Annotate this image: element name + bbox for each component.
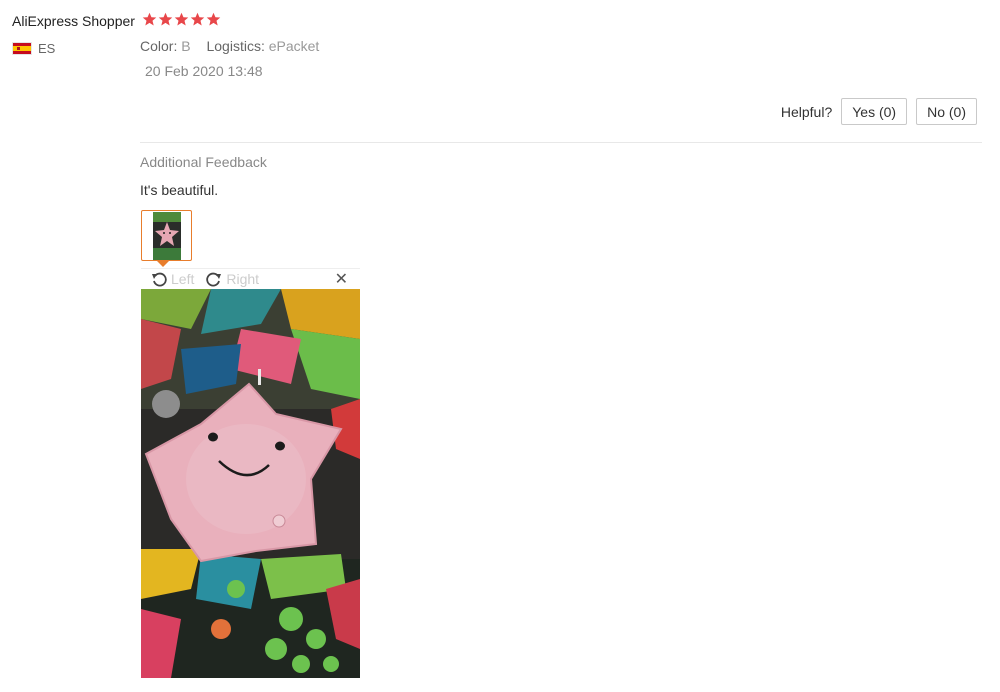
rotate-right-label: Right [226, 271, 260, 287]
star-rating [142, 12, 221, 27]
helpful-label: Helpful? [780, 103, 833, 120]
star-icon [206, 12, 221, 26]
spain-flag-icon [12, 42, 32, 55]
rotate-right-icon [206, 272, 222, 287]
rotate-right-button[interactable]: Right [206, 271, 259, 287]
reviewer-country: ES [12, 41, 55, 56]
logistics-value: ePacket [268, 38, 320, 54]
star-icon [142, 12, 157, 26]
thumbnail-pointer [157, 261, 169, 267]
rotate-left-label: Left [171, 271, 195, 287]
order-attributes: Color: B Logistics: ePacket [140, 38, 331, 54]
country-code: ES [38, 41, 56, 56]
star-icon [158, 12, 173, 26]
helpful-yes-button[interactable]: Yes (0) [841, 98, 908, 125]
color-value: B [181, 38, 191, 54]
star-icon [190, 12, 205, 26]
rotate-left-button[interactable]: Left [151, 271, 194, 287]
review-photo [141, 289, 360, 678]
divider [140, 142, 982, 143]
helpful-votes: Helpful? Yes (0) No (0) [781, 98, 977, 125]
image-viewer-toolbar: Left Right ✕ [141, 268, 360, 289]
color-label: Color: [140, 38, 178, 54]
helpful-no-button[interactable]: No (0) [916, 98, 977, 125]
reviewer-name: AliExpress Shopper [12, 13, 135, 29]
thumbnail-image [152, 211, 181, 260]
logistics-label: Logistics: [206, 38, 265, 54]
close-icon[interactable]: ✕ [335, 270, 348, 288]
additional-feedback-title: Additional Feedback [140, 154, 267, 170]
review-item: AliExpress Shopper ES Color: B Logistics… [0, 0, 1000, 692]
rotate-left-icon [152, 272, 167, 287]
additional-feedback-text: It's beautiful. [140, 182, 219, 198]
star-icon [174, 12, 189, 26]
review-date: 20 Feb 2020 13:48 [145, 63, 263, 79]
review-photo-thumbnail[interactable] [141, 210, 192, 261]
